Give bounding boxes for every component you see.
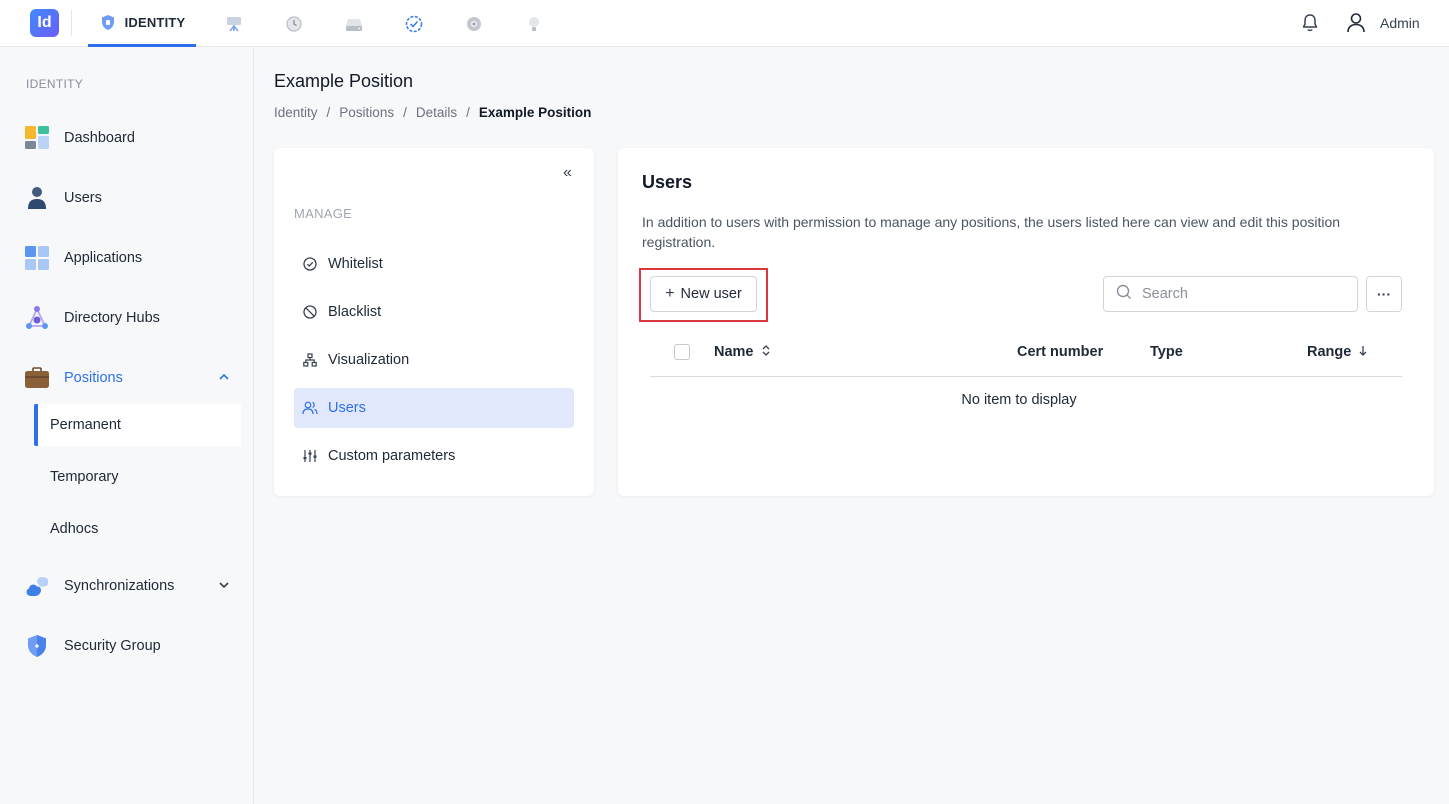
sidebar-subitem-adhocs[interactable]: Adhocs — [34, 508, 241, 550]
column-header-cert-number[interactable]: Cert number — [1017, 344, 1103, 360]
dashboard-icon — [24, 125, 50, 151]
breadcrumb-item[interactable]: Positions — [339, 105, 394, 120]
sidebar-subitem-permanent[interactable]: Permanent — [34, 404, 241, 446]
more-options-button[interactable]: ··· — [1366, 276, 1402, 312]
sidebar-item-directory-hubs[interactable]: Directory Hubs — [24, 298, 244, 338]
column-header-name[interactable]: Name — [714, 344, 770, 360]
manage-panel: « MANAGE Whitelist Blacklist Visualizati… — [274, 148, 594, 496]
sidebar-item-users[interactable]: Users — [24, 178, 244, 218]
sidebar-section-title: IDENTITY — [26, 77, 84, 91]
presentation-icon — [225, 15, 243, 33]
divider — [71, 10, 72, 36]
table-header: Name Cert number Type Range — [650, 336, 1402, 377]
app-tab-ideas[interactable] — [522, 0, 546, 47]
chevron-down-icon[interactable] — [218, 578, 230, 596]
column-label: Cert number — [1017, 344, 1104, 360]
manage-item-label: Visualization — [328, 352, 410, 368]
sidebar-item-dashboard[interactable]: Dashboard — [24, 118, 244, 158]
column-header-type[interactable]: Type — [1150, 344, 1183, 360]
hierarchy-icon — [302, 352, 318, 368]
users-icon — [302, 400, 318, 416]
select-all-checkbox[interactable] — [674, 344, 690, 360]
app-tab-check[interactable] — [402, 0, 426, 47]
manage-item-label: Blacklist — [328, 304, 382, 320]
column-label: Type — [1150, 344, 1183, 360]
breadcrumb-item[interactable]: Identity — [274, 105, 318, 120]
shield-icon — [24, 633, 50, 659]
app-logo[interactable]: Id — [30, 9, 59, 37]
manage-item-whitelist[interactable]: Whitelist — [294, 244, 574, 284]
app-tab-storage[interactable] — [342, 0, 366, 47]
gear-icon — [465, 15, 483, 33]
breadcrumb-current: Example Position — [478, 105, 592, 120]
user-icon — [24, 185, 50, 211]
lightbulb-icon — [525, 15, 543, 33]
search-input[interactable] — [1142, 286, 1332, 302]
breadcrumb-separator: / — [466, 105, 470, 120]
sidebar-item-label: Directory Hubs — [64, 310, 160, 326]
sidebar-item-applications[interactable]: Applications — [24, 238, 244, 278]
user-name[interactable]: Admin — [1380, 15, 1420, 31]
manage-item-users[interactable]: Users — [294, 388, 574, 428]
sidebar-item-security-group[interactable]: Security Group — [24, 626, 244, 666]
bell-icon[interactable] — [1301, 13, 1319, 38]
briefcase-icon — [24, 365, 50, 391]
column-label: Name — [714, 344, 754, 360]
block-icon — [302, 304, 318, 320]
sidebar: IDENTITY Dashboard Users Applications Di… — [0, 48, 254, 804]
sidebar-subitem-temporary[interactable]: Temporary — [34, 456, 241, 498]
breadcrumb-separator: / — [326, 105, 331, 120]
empty-state-message: No item to display — [961, 392, 1077, 408]
column-header-range[interactable]: Range — [1307, 344, 1367, 360]
search-field[interactable] — [1103, 276, 1358, 312]
sidebar-item-label: Applications — [64, 250, 143, 266]
drive-icon — [345, 15, 363, 33]
users-panel: Users In addition to users with permissi… — [618, 148, 1434, 496]
sidebar-item-synchronizations[interactable]: Synchronizations — [24, 566, 244, 606]
sidebar-item-positions[interactable]: Positions — [24, 358, 244, 398]
column-label: Range — [1307, 344, 1352, 360]
sort-down-icon[interactable] — [1359, 345, 1367, 359]
breadcrumb-separator: / — [403, 105, 407, 120]
app-tab-settings[interactable] — [462, 0, 486, 47]
sort-icon[interactable] — [762, 345, 770, 359]
search-icon — [1116, 284, 1132, 305]
sidebar-item-label: Dashboard — [64, 130, 135, 146]
apps-grid-icon — [24, 245, 50, 271]
top-bar: Id IDENTITY Admin — [0, 0, 1449, 47]
cloud-sync-icon — [24, 573, 50, 599]
manage-item-label: Custom parameters — [328, 448, 456, 464]
breadcrumb-item[interactable]: Details — [416, 105, 457, 120]
new-user-button[interactable]: + New user — [650, 276, 757, 312]
sidebar-item-label: Synchronizations — [64, 578, 175, 594]
hub-icon — [24, 305, 50, 331]
sidebar-item-label: Positions — [64, 370, 123, 386]
chevron-up-icon[interactable] — [218, 370, 230, 388]
panel-title: Users — [642, 172, 693, 192]
sidebar-item-label: Security Group — [64, 638, 161, 654]
manage-item-visualization[interactable]: Visualization — [294, 340, 574, 380]
sidebar-item-label: Users — [64, 190, 102, 206]
manage-item-blacklist[interactable]: Blacklist — [294, 292, 574, 332]
collapse-icon[interactable]: « — [563, 164, 572, 182]
manage-item-label: Whitelist — [328, 256, 383, 272]
check-circle-icon — [405, 15, 423, 33]
panel-description: In addition to users with permission to … — [642, 214, 1341, 250]
breadcrumb: Identity / Positions / Details / Example… — [274, 105, 591, 120]
check-circle-icon — [302, 256, 318, 272]
shield-icon — [99, 13, 117, 31]
manage-item-label: Users — [328, 400, 366, 416]
history-icon — [285, 15, 303, 33]
plus-icon: + — [665, 285, 675, 302]
app-tab-label: IDENTITY — [124, 14, 186, 30]
new-user-label: New user — [680, 286, 742, 302]
user-avatar-icon[interactable] — [1346, 12, 1366, 38]
sliders-icon — [302, 448, 318, 464]
app-tab-history[interactable] — [282, 0, 306, 47]
app-tab-presentation[interactable] — [222, 0, 246, 47]
manage-item-custom-parameters[interactable]: Custom parameters — [294, 436, 574, 476]
manage-section-title: MANAGE — [294, 206, 353, 221]
page-title: Example Position — [274, 71, 414, 91]
app-tab-identity[interactable]: IDENTITY — [88, 0, 196, 47]
